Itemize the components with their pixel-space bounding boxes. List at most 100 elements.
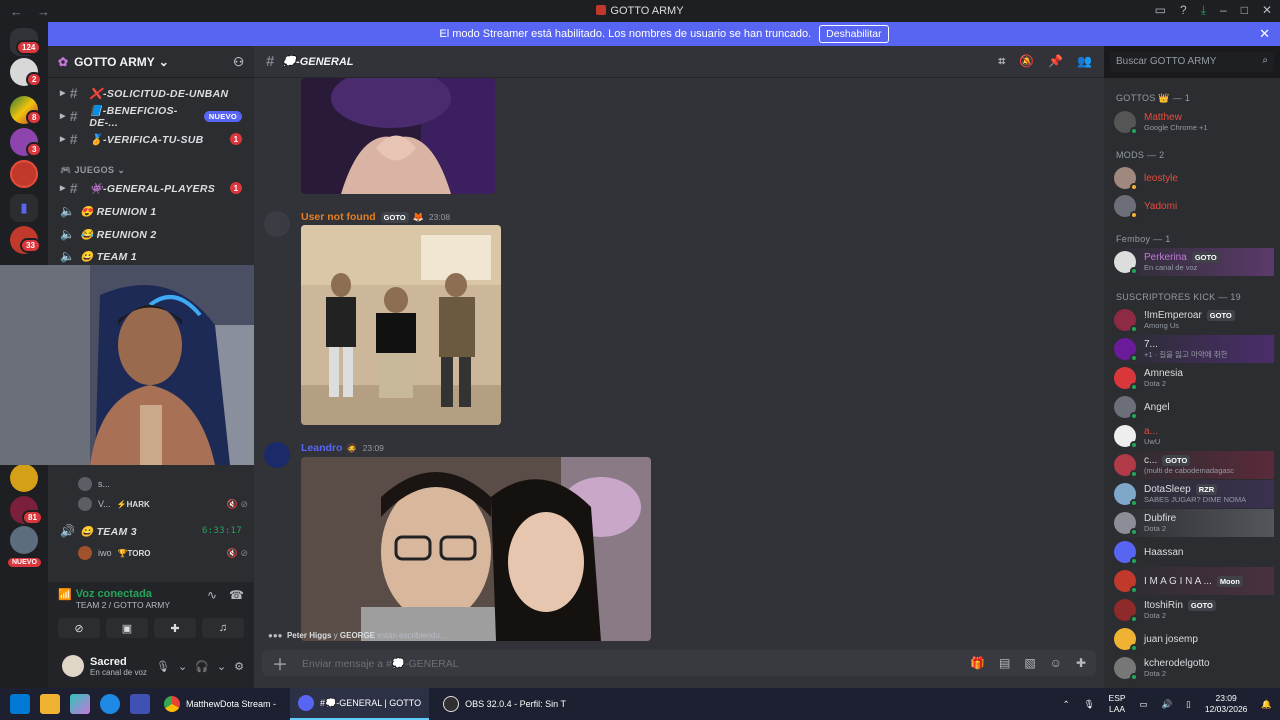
voice-channel-team-1[interactable]: 🔈 😀 TEAM 1: [48, 245, 254, 267]
headphones-icon[interactable]: 🎧: [195, 660, 209, 673]
taskbar-app-obs[interactable]: OBS 32.0.4 - Perfil: Sin T: [435, 688, 574, 720]
channel-general-players[interactable]: ▶ # 👾-GENERAL-PLAYERS 1: [48, 177, 254, 199]
chevron-down-icon[interactable]: ⌄: [217, 660, 226, 673]
back-arrow-icon[interactable]: ←: [10, 4, 23, 19]
server-icon-8[interactable]: [10, 526, 38, 554]
voice-channel-team-3[interactable]: 🔊 😀 TEAM 3 6:33:17: [48, 520, 254, 542]
close-window-icon[interactable]: ✕: [1262, 3, 1272, 18]
folder-icon[interactable]: ▮: [10, 194, 38, 222]
clock[interactable]: 23:09 12/03/2026: [1205, 693, 1248, 715]
apps-icon[interactable]: ✚: [1076, 656, 1086, 670]
inbox-icon[interactable]: ▭: [1155, 3, 1166, 18]
pin-icon[interactable]: 📌: [1048, 54, 1063, 69]
disconnect-icon[interactable]: ☎: [229, 588, 244, 602]
notification-bell-icon[interactable]: 🔕: [1019, 54, 1034, 69]
maximize-icon[interactable]: □: [1241, 3, 1248, 18]
server-icon-6[interactable]: [10, 464, 38, 492]
message-time: 23:09: [362, 443, 384, 453]
text-channel-icon: #: [69, 180, 78, 196]
minimize-icon[interactable]: –: [1220, 3, 1227, 18]
network-icon[interactable]: ▭: [1140, 699, 1148, 710]
microphone-tray-icon[interactable]: 🎙: [1084, 699, 1095, 710]
member-name: Amnesia: [1144, 367, 1183, 379]
activities-icon[interactable]: ✚: [154, 618, 196, 638]
taskbar-app-chrome[interactable]: MatthewDota Stream -: [156, 688, 284, 720]
member-item[interactable]: kcherodelgotto Dota 2: [1114, 654, 1274, 682]
member-item[interactable]: Perkerina GOTO En canal de voz: [1114, 248, 1274, 276]
channel-solicitud-de-unban[interactable]: ▶ # ❌-SOLICITUD-DE-UNBAN: [48, 82, 254, 104]
noise-suppression-icon[interactable]: ∿: [207, 588, 217, 602]
member-item[interactable]: a... UwU: [1114, 422, 1274, 450]
download-icon[interactable]: ⤓: [1201, 3, 1206, 18]
voice-channel-reunion-2[interactable]: 🔈 😂 REUNION 2: [48, 223, 254, 245]
member-name-text: Perkerina: [1144, 251, 1187, 263]
channel-beneficios[interactable]: ▶ # 📘-BENEFICIOS-DE-... NUEVO: [48, 105, 254, 129]
tray-expand-icon[interactable]: ⌃: [1063, 699, 1070, 710]
member-item[interactable]: 7... +1 · 길을 잃고 마약에 취한: [1114, 335, 1274, 363]
forward-arrow-icon[interactable]: →: [37, 4, 50, 19]
member-item[interactable]: Angel: [1114, 393, 1274, 421]
soundboard-icon[interactable]: ♫: [202, 618, 244, 638]
avatar[interactable]: [62, 655, 84, 677]
server-icon-4[interactable]: [10, 160, 38, 188]
voice-user-2[interactable]: V... ⚡HARK 🔇 ⊘: [78, 494, 248, 514]
member-item[interactable]: ItoshiRin GOTO Dota 2: [1114, 596, 1274, 624]
store-icon[interactable]: [130, 694, 150, 714]
message-image-3[interactable]: [301, 457, 651, 641]
member-list-icon[interactable]: 👥: [1077, 54, 1092, 69]
message-author[interactable]: Leandro: [301, 442, 342, 454]
close-banner-icon[interactable]: ✕: [1259, 26, 1270, 42]
threads-icon[interactable]: ⌗: [998, 54, 1005, 69]
battery-icon[interactable]: ▯: [1186, 699, 1191, 710]
sticker-icon[interactable]: ▧: [1024, 656, 1035, 670]
avatar[interactable]: [264, 442, 290, 468]
emoji-icon[interactable]: ☺: [1050, 656, 1062, 670]
windows-start-icon[interactable]: [10, 694, 30, 714]
category-juegos[interactable]: 🎮 JUEGOS ⌄: [60, 165, 125, 176]
voice-user-1[interactable]: s...: [78, 474, 248, 494]
message-image-1[interactable]: [301, 78, 495, 194]
member-item[interactable]: juan josemp: [1114, 625, 1274, 653]
notifications-icon[interactable]: 🔔: [1261, 699, 1272, 710]
member-item[interactable]: leostyle: [1114, 164, 1274, 192]
gift-icon[interactable]: 🎁: [970, 656, 985, 670]
file-explorer-icon[interactable]: [40, 694, 60, 714]
member-item[interactable]: Haassan: [1114, 538, 1274, 566]
channel-verifica-tu-sub[interactable]: ▶ # 🏅-VERIFICA-TU-SUB 1: [48, 128, 254, 150]
microphone-icon[interactable]: 🎙: [156, 660, 170, 673]
member-item[interactable]: Matthew Google Chrome +1: [1114, 108, 1274, 136]
search-input[interactable]: Buscar GOTTO ARMY ⌕: [1110, 52, 1274, 72]
member-item[interactable]: DotaSleep RZR SABES JUGAR? DIME NOMA: [1114, 480, 1274, 508]
voice-location[interactable]: TEAM 2 / GOTTO ARMY: [76, 600, 170, 610]
gif-icon[interactable]: ▤: [999, 656, 1010, 670]
taskbar-app-label: MatthewDota Stream -: [186, 699, 277, 709]
message-author[interactable]: User not found: [301, 211, 376, 223]
camera-off-icon[interactable]: ⊘: [58, 618, 100, 638]
member-item[interactable]: Amnesia Dota 2: [1114, 364, 1274, 392]
voice-user-tag: ⚡HARK: [116, 499, 150, 509]
help-icon[interactable]: ?: [1180, 3, 1187, 18]
avatar[interactable]: [264, 211, 290, 237]
member-item[interactable]: c... GOTO (multi de cabodemadagasc: [1114, 451, 1274, 479]
chevron-down-icon[interactable]: ⌄: [178, 660, 187, 673]
member-item[interactable]: !ImEmperoar GOTO Among Us: [1114, 306, 1274, 334]
member-item[interactable]: Dubfire Dota 2: [1114, 509, 1274, 537]
server-header[interactable]: ✿ GOTTO ARMY ⌄ ⚇: [48, 46, 254, 78]
volume-icon[interactable]: 🔊: [1162, 699, 1173, 710]
user-status: En canal de voz: [90, 667, 147, 677]
message-composer[interactable]: ＋ Enviar mensaje a #💭-GENERAL 🎁 ▤ ▧ ☺ ✚: [262, 650, 1096, 676]
disable-streamer-button[interactable]: Deshabilitar: [819, 25, 889, 43]
edge-icon[interactable]: [100, 694, 120, 714]
invite-people-icon[interactable]: ⚇: [233, 55, 244, 69]
member-item[interactable]: I M A G I N A ... Moon: [1114, 567, 1274, 595]
gear-icon[interactable]: ⚙: [234, 660, 244, 673]
voice-user-iwo[interactable]: iwo 🏆TORO 🔇 ⊘: [78, 543, 248, 563]
add-attachment-icon[interactable]: ＋: [272, 651, 288, 675]
message-image-2[interactable]: [301, 225, 501, 425]
copilot-icon[interactable]: [70, 694, 90, 714]
member-item[interactable]: Yadomi: [1114, 192, 1274, 220]
screen-share-icon[interactable]: ▣: [106, 618, 148, 638]
taskbar-app-discord[interactable]: #💭-GENERAL | GOTTO: [290, 688, 430, 720]
language-indicator[interactable]: ESP LAA: [1109, 693, 1126, 715]
voice-channel-reunion-1[interactable]: 🔈 😍 REUNION 1: [48, 200, 254, 222]
